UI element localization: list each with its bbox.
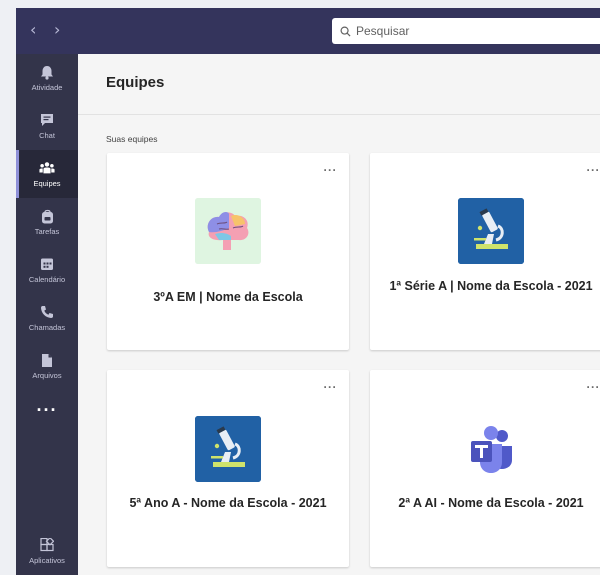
sidebar-item-label: Equipes [33,179,61,188]
more-options-icon[interactable]: ··· [587,163,600,177]
brain-image [195,198,261,264]
sidebar-item-label: Arquivos [32,371,62,380]
page-header: Equipes [78,54,600,115]
team-card[interactable]: ··· 2ª A AI - Nome da Escola - 2021 [370,370,600,567]
sidebar-item-chat[interactable]: Chat [16,102,78,150]
more-options-icon[interactable]: ··· [324,163,338,177]
more-options-icon[interactable]: ··· [324,380,338,394]
sidebar-item-calendario[interactable]: Calendário [16,246,78,294]
page-title: Equipes [106,74,165,91]
search-placeholder: Pesquisar [356,24,410,38]
microscope-image [458,198,524,264]
chat-icon [39,112,55,128]
more-icon: ··· [36,399,58,420]
sidebar-item-atividade[interactable]: Atividade [16,54,78,102]
sidebar-item-chamadas[interactable]: Chamadas [16,294,78,342]
sidebar-item-label: Atividade [31,83,63,92]
team-name: 1ª Série A | Nome da Escola - 2021 [389,279,593,293]
sidebar-item-tarefas[interactable]: Tarefas [16,198,78,246]
section-label: Suas equipes [106,134,158,144]
sidebar-item-label: Chamadas [28,323,66,332]
more-options-icon[interactable]: ··· [587,380,600,394]
app-sidebar: Atividade Chat Equipes Tarefas Calendári… [16,54,78,575]
teams-icon [39,160,55,176]
team-name: 3ºA EM | Nome da Escola [153,290,303,304]
search-icon [340,26,351,37]
bell-icon [39,64,55,80]
calendar-icon [39,256,55,272]
team-card[interactable]: ··· 5ª Ano A - Nome da Escola - 2021 [107,370,349,567]
sidebar-item-label: Aplicativos [29,556,65,565]
team-card[interactable]: ··· 3ºA EM | Nome da Escola [107,153,349,350]
forward-arrow-icon[interactable]: › [54,22,60,38]
team-name: 5ª Ano A - Nome da Escola - 2021 [129,496,327,510]
sidebar-item-label: Tarefas [34,227,60,236]
sidebar-item-label: Chat [39,131,55,140]
sidebar-item-label: Calendário [28,275,66,284]
team-card[interactable]: ··· 1ª Série A | Nome da Escola - 2021 [370,153,600,350]
sidebar-item-arquivos[interactable]: Arquivos [16,342,78,390]
backpack-icon [39,208,55,224]
phone-icon [39,304,55,320]
more-apps-button[interactable]: ··· [16,390,78,438]
search-input[interactable]: Pesquisar [332,18,600,44]
team-name: 2ª A AI - Nome da Escola - 2021 [398,496,584,510]
teams-logo-image [458,416,524,482]
teams-window: ‹ › Pesquisar Atividade Chat Equipes Tar… [16,8,600,575]
file-icon [39,352,55,368]
top-bar: ‹ › Pesquisar [16,8,600,54]
back-arrow-icon[interactable]: ‹ [30,22,36,38]
main-content: Equipes Suas equipes ··· 3ºA EM | Nome d… [78,54,600,575]
apps-icon [39,537,55,553]
sidebar-item-aplicativos[interactable]: Aplicativos [16,527,78,575]
sidebar-item-equipes[interactable]: Equipes [16,150,78,198]
microscope-image [195,416,261,482]
